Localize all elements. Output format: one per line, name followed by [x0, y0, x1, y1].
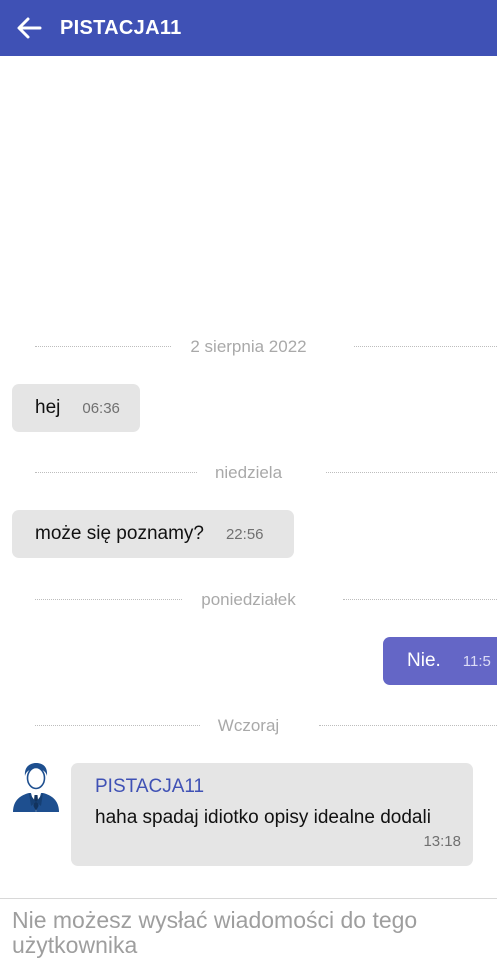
- date-divider: 2 sierpnia 2022: [0, 335, 497, 359]
- message-bubble-incoming[interactable]: hej 06:36: [12, 384, 140, 432]
- date-divider-label: niedziela: [196, 463, 301, 482]
- message-bubble-outgoing[interactable]: Nie. 11:5: [383, 637, 497, 685]
- back-button[interactable]: [0, 0, 58, 56]
- message-bubble-incoming[interactable]: może się poznamy? 22:56: [12, 510, 294, 558]
- message-time: 06:36: [82, 399, 120, 417]
- app-bar: PISTACJA11: [0, 0, 497, 56]
- user-avatar-icon[interactable]: [11, 762, 61, 812]
- blocked-notice-text: Nie możesz wysłać wiadomości do tego uży…: [12, 907, 418, 958]
- message-text: Nie.: [407, 650, 441, 671]
- date-divider: poniedziałek: [0, 588, 497, 612]
- message-text: haha spadaj idiotko opisy idealne dodali: [95, 807, 431, 828]
- message-time: 13:18: [423, 833, 461, 850]
- message-time: 22:56: [225, 525, 264, 543]
- message-text: może się poznamy?: [35, 523, 204, 544]
- conversation-title[interactable]: PISTACJA11: [60, 17, 182, 40]
- date-divider: niedziela: [0, 461, 497, 485]
- date-divider-label: poniedziałek: [183, 590, 314, 609]
- message-time: 11:5: [462, 652, 491, 670]
- message-list[interactable]: 2 sierpnia 2022 hej 06:36 niedziela może…: [0, 56, 497, 898]
- message-text: hej: [35, 397, 61, 418]
- date-divider-label: 2 sierpnia 2022: [172, 337, 325, 356]
- message-card-incoming[interactable]: PISTACJA11 haha spadaj idiotko opisy ide…: [71, 763, 473, 866]
- arrow-left-icon: [17, 17, 42, 39]
- message-sender-name[interactable]: PISTACJA11: [95, 776, 204, 798]
- blocked-notice-bar: Nie możesz wysłać wiadomości do tego uży…: [0, 898, 497, 960]
- date-divider-label: Wczoraj: [199, 716, 298, 735]
- date-divider: Wczoraj: [0, 714, 497, 738]
